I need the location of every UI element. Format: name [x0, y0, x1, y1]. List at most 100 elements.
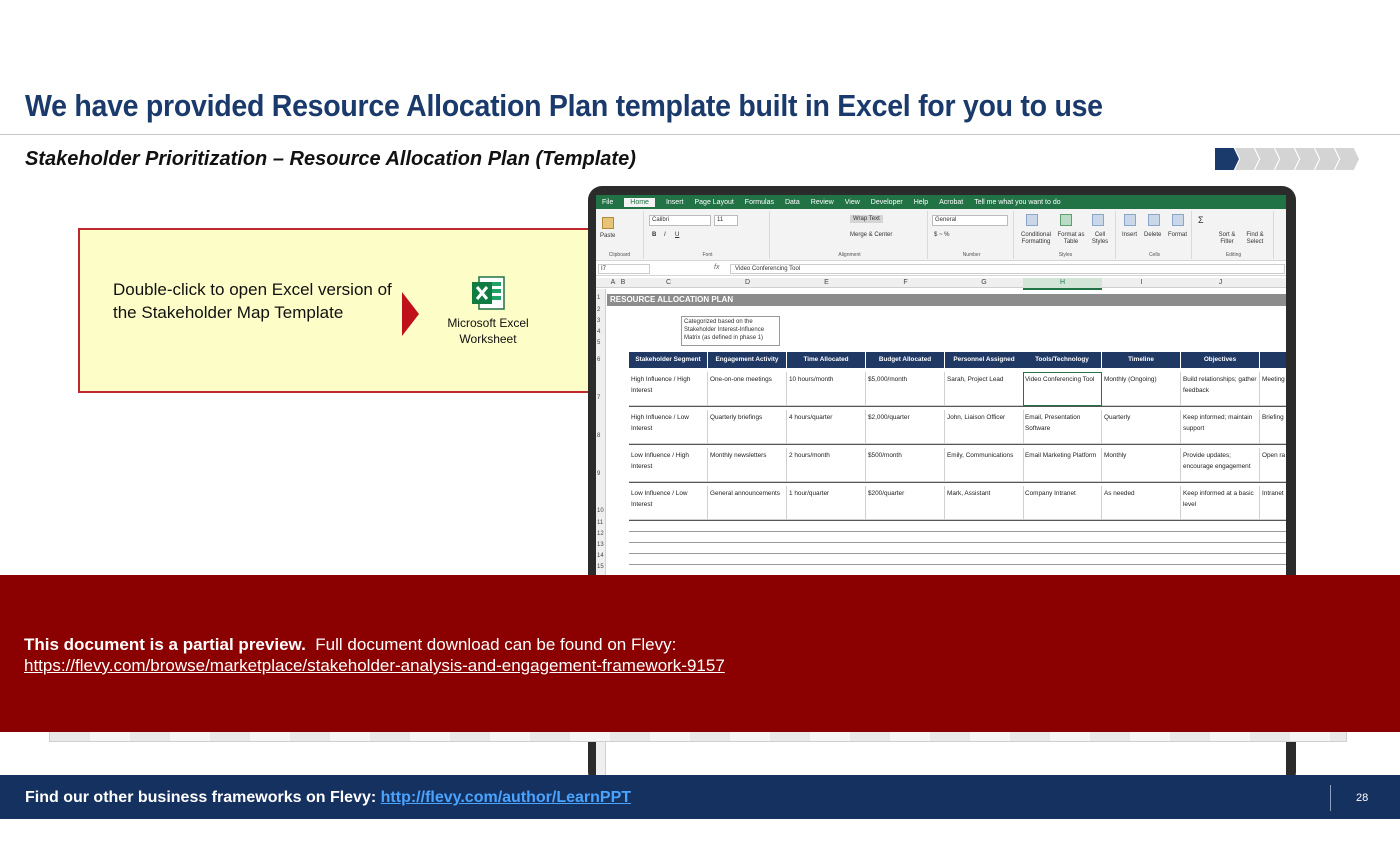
table-header-cell[interactable]: Stakeholder Segment [629, 352, 708, 368]
row-number[interactable]: 11 [596, 520, 606, 526]
find-select-button[interactable]: Find & Select [1242, 232, 1268, 246]
table-cell[interactable]: One-on-one meetings [708, 372, 787, 406]
tab-page-layout[interactable]: Page Layout [694, 199, 733, 206]
table-header-cell[interactable]: Metrics [1260, 352, 1286, 368]
column-header[interactable]: A [608, 278, 618, 288]
table-cell[interactable]: Email, Presentation Software [1023, 410, 1102, 444]
table-header-cell[interactable]: Time Allocated [787, 352, 866, 368]
bold-button[interactable]: B [652, 232, 656, 238]
table-cell[interactable]: General announcements [708, 486, 787, 520]
currency-button[interactable]: $ ~ % [934, 232, 950, 238]
paste-button[interactable]: Paste [600, 233, 615, 239]
tell-me-search[interactable]: Tell me what you want to do [974, 199, 1060, 206]
formula-input[interactable]: Video Conferencing Tool [730, 264, 1285, 274]
format-table-icon[interactable] [1060, 214, 1072, 226]
delete-button[interactable]: Delete [1144, 232, 1161, 238]
column-header[interactable]: D [708, 278, 787, 288]
table-cell[interactable]: Provide updates; encourage engagement [1181, 448, 1260, 482]
conditional-formatting-icon[interactable] [1026, 214, 1038, 226]
author-link[interactable]: http://flevy.com/author/LearnPPT [381, 789, 631, 806]
tab-help[interactable]: Help [914, 199, 928, 206]
tab-home[interactable]: Home [624, 197, 655, 207]
table-cell[interactable]: 1 hour/quarter [787, 486, 866, 520]
table-cell[interactable]: As needed [1102, 486, 1181, 520]
row-number[interactable]: 9 [596, 471, 606, 477]
tab-file[interactable]: File [602, 199, 613, 206]
delete-cells-icon[interactable] [1148, 214, 1160, 226]
italic-button[interactable]: I [664, 232, 666, 238]
table-cell[interactable]: Quarterly [1102, 410, 1181, 444]
table-cell[interactable]: High Influence / High Interest [629, 372, 708, 406]
tab-acrobat[interactable]: Acrobat [939, 199, 963, 206]
table-header-cell[interactable]: Objectives [1181, 352, 1260, 368]
table-cell[interactable]: Company Intranet [1023, 486, 1102, 520]
row-number[interactable]: 7 [596, 395, 606, 401]
tab-data[interactable]: Data [785, 199, 800, 206]
insert-button[interactable]: Insert [1122, 232, 1137, 238]
row-number[interactable]: 1 [596, 295, 606, 301]
table-cell[interactable]: Intranet [1260, 486, 1286, 520]
table-cell[interactable]: 2 hours/month [787, 448, 866, 482]
table-cell[interactable]: Monthly (Ongoing) [1102, 372, 1181, 406]
column-header[interactable]: H [1023, 278, 1102, 290]
column-header[interactable]: J [1181, 278, 1260, 288]
table-cell[interactable]: $2,000/quarter [866, 410, 945, 444]
row-number[interactable]: 10 [596, 508, 606, 514]
paste-icon[interactable] [602, 217, 614, 229]
column-header[interactable]: F [866, 278, 945, 288]
table-cell[interactable]: Quarterly briefings [708, 410, 787, 444]
table-cell[interactable]: $500/month [866, 448, 945, 482]
row-number[interactable]: 6 [596, 357, 606, 363]
insert-cells-icon[interactable] [1124, 214, 1136, 226]
table-header-cell[interactable]: Budget Allocated [866, 352, 945, 368]
table-cell[interactable]: Mark, Assistant [945, 486, 1024, 520]
row-number[interactable]: 14 [596, 553, 606, 559]
sort-filter-button[interactable]: Sort & Filter [1214, 232, 1240, 246]
column-header[interactable]: C [629, 278, 708, 288]
table-cell[interactable]: $5,000/month [866, 372, 945, 406]
table-cell[interactable]: Keep informed; maintain support [1181, 410, 1260, 444]
download-link[interactable]: https://flevy.com/browse/marketplace/sta… [24, 656, 725, 676]
table-cell[interactable]: Briefing Feedbac [1260, 410, 1286, 444]
merge-center-button[interactable]: Merge & Center [850, 232, 892, 238]
table-cell[interactable]: Sarah, Project Lead [945, 372, 1024, 406]
format-cells-icon[interactable] [1172, 214, 1184, 226]
autosum-icon[interactable]: Σ [1198, 215, 1204, 225]
table-cell[interactable]: Monthly newsletters [708, 448, 787, 482]
font-size-select[interactable]: 11 [714, 215, 738, 226]
table-cell[interactable]: 10 hours/month [787, 372, 866, 406]
table-header-cell[interactable]: Engagement Activity [708, 352, 787, 368]
tab-review[interactable]: Review [811, 199, 834, 206]
row-number[interactable]: 5 [596, 340, 606, 346]
table-cell[interactable]: Build relationships; gather feedback [1181, 372, 1260, 406]
column-header[interactable]: E [787, 278, 866, 288]
name-box[interactable]: I7 [598, 264, 650, 274]
table-cell[interactable]: 4 hours/quarter [787, 410, 866, 444]
table-cell[interactable]: Low Influence / High Interest [629, 448, 708, 482]
conditional-formatting-button[interactable]: Conditional Formatting [1018, 232, 1054, 246]
table-cell[interactable]: Emily, Communications [945, 448, 1024, 482]
format-table-button[interactable]: Format as Table [1056, 232, 1086, 246]
fx-icon[interactable]: fx [714, 264, 719, 271]
table-cell[interactable]: $200/quarter [866, 486, 945, 520]
table-cell[interactable]: John, Liaison Officer [945, 410, 1024, 444]
table-cell[interactable]: High Influence / Low Interest [629, 410, 708, 444]
format-button[interactable]: Format [1168, 232, 1187, 238]
excel-file-label[interactable]: Microsoft Excel Worksheet [436, 315, 540, 347]
column-header[interactable]: I [1102, 278, 1181, 288]
table-cell[interactable]: Meeting Satisfac [1260, 372, 1286, 406]
table-cell[interactable]: Low Influence / Low Interest [629, 486, 708, 520]
excel-icon[interactable] [471, 276, 505, 310]
cell-styles-button[interactable]: Cell Styles [1088, 232, 1112, 246]
column-header[interactable]: G [945, 278, 1023, 288]
row-number[interactable]: 8 [596, 433, 606, 439]
table-cell[interactable]: Keep informed at a basic level [1181, 486, 1260, 520]
table-cell[interactable]: Video Conferencing Tool [1023, 372, 1102, 406]
font-name-select[interactable]: Calibri [649, 215, 711, 226]
row-number[interactable]: 15 [596, 564, 606, 570]
table-header-cell[interactable]: Personnel Assigned [945, 352, 1024, 368]
number-format-select[interactable]: General [932, 215, 1008, 226]
table-cell[interactable]: Monthly [1102, 448, 1181, 482]
column-header[interactable]: B [618, 278, 628, 288]
tab-developer[interactable]: Developer [871, 199, 903, 206]
